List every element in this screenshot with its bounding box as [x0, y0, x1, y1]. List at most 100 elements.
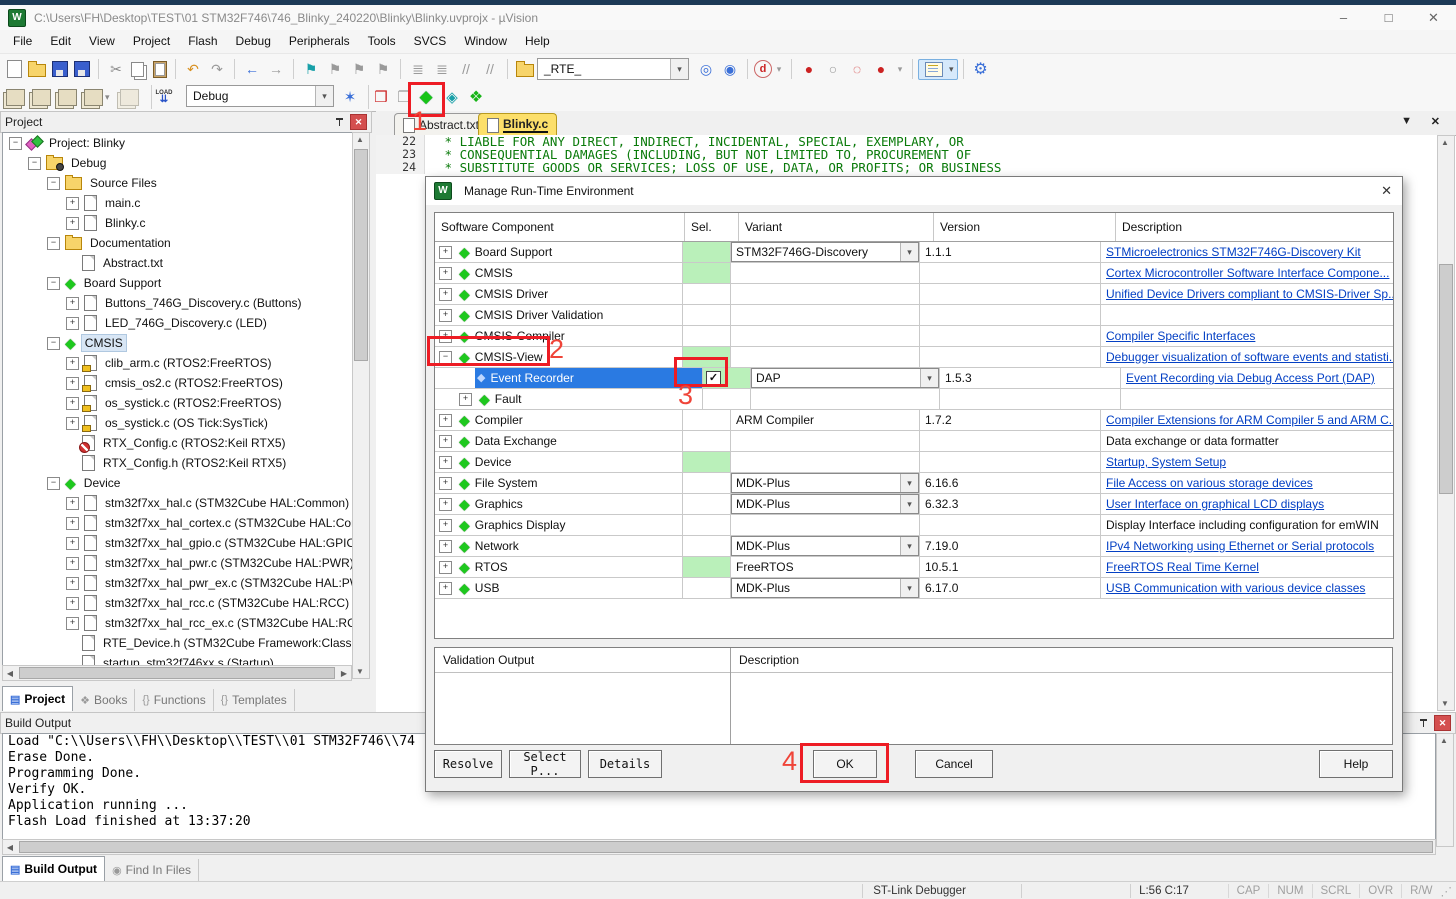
component-row[interactable]: +◆File SystemMDK-Plus▾6.16.6File Access … — [435, 473, 1393, 494]
variant-dropdown-arrow[interactable]: ▾ — [920, 369, 938, 387]
scroll-left-icon[interactable]: ◀ — [3, 667, 17, 680]
menu-svcs[interactable]: SVCS — [405, 30, 456, 53]
scroll-up-icon[interactable]: ▲ — [1438, 136, 1452, 149]
description-link[interactable]: File Access on various storage devices — [1106, 476, 1313, 490]
tree-item[interactable]: −Documentation — [3, 233, 369, 253]
tree-item[interactable]: +cmsis_os2.c (RTOS2:FreeRTOS) — [3, 373, 369, 393]
variant-select[interactable]: DAP▾ — [751, 368, 939, 388]
tree-item[interactable]: Abstract.txt — [3, 253, 369, 273]
tree-expand-toggle[interactable]: + — [66, 297, 79, 310]
menu-edit[interactable]: Edit — [41, 30, 80, 53]
navigate-forward-icon[interactable]: → — [265, 58, 287, 80]
variant-select[interactable]: MDK-Plus▾ — [731, 494, 919, 514]
row-expand-toggle[interactable]: + — [439, 309, 452, 322]
details-button[interactable]: Details — [588, 750, 662, 778]
minimize-button[interactable]: – — [1321, 6, 1366, 30]
tree-item[interactable]: −◆Device — [3, 473, 369, 493]
description-link[interactable]: IPv4 Networking using Ethernet or Serial… — [1106, 539, 1374, 553]
pin-icon[interactable] — [333, 115, 347, 129]
translate-icon[interactable] — [6, 89, 25, 106]
save-all-icon[interactable] — [74, 61, 90, 77]
component-row[interactable]: +◆USBMDK-Plus▾6.17.0USB Communication wi… — [435, 578, 1393, 599]
tree-item[interactable]: +Buttons_746G_Discovery.c (Buttons) — [3, 293, 369, 313]
help-button[interactable]: Help — [1319, 750, 1393, 778]
menu-peripherals[interactable]: Peripherals — [280, 30, 359, 53]
tree-expand-toggle[interactable]: + — [66, 377, 79, 390]
variant-select[interactable]: MDK-Plus▾ — [731, 578, 919, 598]
paste-icon[interactable] — [153, 61, 167, 78]
tree-expand-toggle[interactable]: + — [66, 397, 79, 410]
row-expand-toggle[interactable]: + — [439, 246, 452, 259]
tree-expand-toggle[interactable]: + — [66, 217, 79, 230]
scroll-down-icon[interactable]: ▼ — [1438, 697, 1452, 710]
uncomment-icon[interactable]: // — [479, 58, 501, 80]
bookmark-toggle-icon[interactable]: ⚑ — [300, 58, 322, 80]
scroll-thumb[interactable] — [354, 149, 368, 361]
bookmark-clear-icon[interactable]: ⚑ — [372, 58, 394, 80]
tab-find-in-files[interactable]: ◉Find In Files — [105, 859, 199, 881]
scroll-thumb[interactable] — [19, 841, 1433, 853]
scroll-thumb[interactable] — [19, 667, 335, 679]
component-row[interactable]: +◆DeviceStartup, System Setup — [435, 452, 1393, 473]
batch-build-icon[interactable] — [84, 89, 103, 106]
description-link[interactable]: FreeRTOS Real Time Kernel — [1106, 560, 1259, 574]
breakpoint-kill-all-icon[interactable]: ● — [870, 58, 892, 80]
tree-expand-toggle[interactable]: + — [66, 417, 79, 430]
description-link[interactable]: Startup, System Setup — [1106, 455, 1226, 469]
component-row[interactable]: +◆GraphicsMDK-Plus▾6.32.3User Interface … — [435, 494, 1393, 515]
variant-dropdown-arrow[interactable]: ▾ — [900, 537, 918, 555]
dialog-close-icon[interactable]: ✕ — [1381, 183, 1392, 199]
tree-item[interactable]: +stm32f7xx_hal_pwr_ex.c (STM32Cube HAL:P… — [3, 573, 369, 593]
description-link[interactable]: User Interface on graphical LCD displays — [1106, 497, 1324, 511]
cut-icon[interactable]: ✂ — [105, 58, 127, 80]
component-row[interactable]: +◆Board SupportSTM32F746G-Discovery▾1.1.… — [435, 242, 1393, 263]
description-link[interactable]: Compiler Specific Interfaces — [1106, 329, 1255, 343]
debug-dropdown-arrow[interactable]: ▾ — [773, 58, 785, 80]
close-document-icon[interactable]: ✕ — [1431, 115, 1440, 128]
variant-select[interactable]: MDK-Plus▾ — [731, 473, 919, 493]
target-select-arrow[interactable]: ▾ — [315, 86, 333, 106]
tree-item[interactable]: +os_systick.c (RTOS2:FreeRTOS) — [3, 393, 369, 413]
description-link[interactable]: STMicroelectronics STM32F746G-Discovery … — [1106, 245, 1361, 259]
tree-expand-toggle[interactable]: − — [47, 177, 60, 190]
tree-expand-toggle[interactable]: + — [66, 597, 79, 610]
component-row[interactable]: +◆CMSIS-CompilerCompiler Specific Interf… — [435, 326, 1393, 347]
component-row[interactable]: −◆CMSIS-ViewDebugger visualization of so… — [435, 347, 1393, 368]
find-dropdown-arrow[interactable]: ▾ — [670, 59, 688, 79]
scroll-thumb[interactable] — [1439, 264, 1453, 494]
tree-expand-toggle[interactable]: − — [47, 337, 60, 350]
breakpoint-disable-icon[interactable]: ○ — [822, 58, 844, 80]
document-tab-blinky.c[interactable]: Blinky.c — [478, 113, 557, 136]
maximize-button[interactable]: □ — [1366, 6, 1411, 30]
variant-dropdown-arrow[interactable]: ▾ — [900, 243, 918, 261]
find-in-document-icon[interactable]: ◎ — [695, 58, 717, 80]
tree-item[interactable]: +clib_arm.c (RTOS2:FreeRTOS) — [3, 353, 369, 373]
tree-item[interactable]: −◆CMSIS — [3, 333, 369, 353]
new-file-icon[interactable] — [7, 60, 22, 78]
row-expand-toggle[interactable]: + — [439, 540, 452, 553]
menu-view[interactable]: View — [80, 30, 124, 53]
component-row[interactable]: +◆Data ExchangeData exchange or data for… — [435, 431, 1393, 452]
build-output-hscrollbar[interactable]: ◀ — [2, 839, 1436, 855]
build-output-vscrollbar[interactable]: ▲ — [1436, 733, 1454, 847]
component-row[interactable]: +◆CMSIS DriverUnified Device Drivers com… — [435, 284, 1393, 305]
component-row[interactable]: +◆CMSISCortex Microcontroller Software I… — [435, 263, 1393, 284]
tree-item[interactable]: +LED_746G_Discovery.c (LED) — [3, 313, 369, 333]
tree-item[interactable]: +stm32f7xx_hal_cortex.c (STM32Cube HAL:C… — [3, 513, 369, 533]
menu-help[interactable]: Help — [516, 30, 559, 53]
tree-expand-toggle[interactable]: + — [66, 537, 79, 550]
variant-select[interactable]: MDK-Plus▾ — [731, 536, 919, 556]
close-panel-icon[interactable]: ✕ — [1434, 715, 1451, 731]
tree-item[interactable]: +os_systick.c (OS Tick:SysTick) — [3, 413, 369, 433]
menu-file[interactable]: File — [4, 30, 41, 53]
download-icon[interactable]: LOAD ⇊ — [152, 85, 176, 107]
component-row[interactable]: +◆CMSIS Driver Validation — [435, 305, 1393, 326]
breakpoint-enable-all-icon[interactable]: ◌ — [846, 58, 868, 80]
variant-dropdown-arrow[interactable]: ▾ — [900, 495, 918, 513]
row-expand-toggle[interactable]: + — [439, 477, 452, 490]
tree-expand-toggle[interactable]: − — [47, 477, 60, 490]
description-link[interactable]: Debugger visualization of software event… — [1106, 350, 1394, 364]
cancel-button[interactable]: Cancel — [915, 750, 993, 778]
row-expand-toggle[interactable]: + — [439, 561, 452, 574]
tree-expand-toggle[interactable]: − — [47, 237, 60, 250]
